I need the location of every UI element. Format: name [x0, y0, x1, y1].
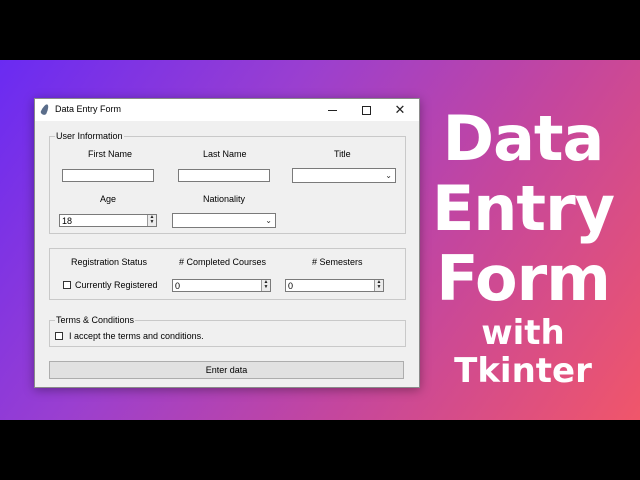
title-combobox[interactable]: ⌄ [292, 168, 396, 183]
age-spinbox-value: 18 [62, 216, 73, 226]
nationality-combobox[interactable]: ⌄ [172, 213, 276, 228]
window-title: Data Entry Form [55, 104, 122, 114]
feather-icon [39, 103, 51, 116]
title-label: Title [334, 149, 351, 159]
registration-group: Registration Status # Completed Courses # … [49, 248, 406, 300]
first-name-input[interactable] [62, 169, 154, 182]
registration-status-label: Registration Status [71, 257, 148, 267]
accept-terms-checkbox[interactable] [55, 332, 63, 340]
headline-line: Form [436, 242, 611, 315]
completed-courses-label: # Completed Courses [179, 257, 267, 267]
age-label: Age [100, 194, 117, 204]
close-button[interactable]: ✕ [383, 99, 417, 121]
completed-courses-spinbox-arrows[interactable]: ▲ ▼ [261, 280, 270, 291]
app-window: Data Entry Form ✕ User Information First … [34, 98, 420, 388]
minimize-icon [327, 109, 337, 111]
banner-background: Data Entry Form ✕ User Information First … [0, 60, 640, 420]
semesters-spinbox-value: 0 [288, 281, 294, 291]
enter-data-button[interactable]: Enter data [49, 361, 404, 379]
accept-terms-label: I accept the terms and conditions. [69, 331, 204, 341]
age-spinbox[interactable]: 18 ▲ ▼ [59, 214, 157, 227]
headline-line: Entry [431, 172, 615, 245]
top-letterbox [0, 0, 640, 60]
user-information-group: User Information First Name Last Name Title… [49, 131, 406, 234]
close-icon: ✕ [394, 102, 406, 117]
terms-group-legend: Terms & Conditions [55, 315, 136, 326]
first-name-label: First Name [88, 149, 133, 159]
headline-line: Tkinter [454, 351, 592, 391]
user-information-group-legend: User Information [55, 131, 124, 142]
headline: Data Entry Form with Tkinter [418, 102, 628, 391]
registered-checkbox-label: Currently Registered [75, 280, 158, 290]
semesters-label: # Semesters [312, 257, 363, 267]
bottom-letterbox [0, 420, 640, 480]
last-name-label: Last Name [203, 149, 247, 159]
chevron-down-icon[interactable]: ⌄ [265, 216, 272, 225]
minimize-button[interactable] [315, 99, 349, 121]
headline-line: with [481, 313, 565, 353]
window-titlebar[interactable]: Data Entry Form ✕ [35, 99, 419, 121]
semesters-spinbox-down-arrow-icon[interactable]: ▼ [375, 285, 383, 290]
age-spinbox-down-arrow-icon[interactable]: ▼ [148, 220, 156, 225]
age-spinbox-arrows[interactable]: ▲ ▼ [147, 215, 156, 226]
semesters-spinbox[interactable]: 0 ▲ ▼ [285, 279, 384, 292]
semesters-spinbox-arrows[interactable]: ▲ ▼ [374, 280, 383, 291]
registered-checkbox[interactable] [63, 281, 71, 289]
terms-group: Terms & Conditions I accept the terms and… [49, 315, 406, 347]
maximize-button[interactable] [349, 99, 383, 121]
completed-courses-spinbox-value: 0 [175, 281, 181, 291]
maximize-icon [361, 105, 371, 115]
headline-line: Data [442, 102, 605, 175]
completed-courses-spinbox[interactable]: 0 ▲ ▼ [172, 279, 271, 292]
completed-courses-spinbox-down-arrow-icon[interactable]: ▼ [262, 285, 270, 290]
nationality-label: Nationality [203, 194, 246, 204]
chevron-down-icon[interactable]: ⌄ [385, 171, 392, 180]
last-name-input[interactable] [178, 169, 270, 182]
